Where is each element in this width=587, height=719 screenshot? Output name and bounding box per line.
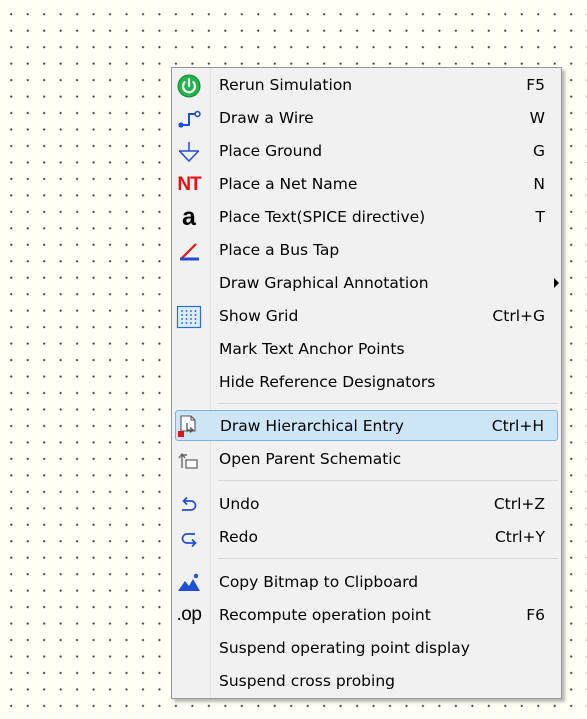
- menu-item-recompute-operation-point[interactable]: .op Recompute operation point F6: [172, 599, 561, 632]
- menu-item-label: Show Grid: [219, 307, 299, 325]
- menu-item-draw-hierarchical-entry[interactable]: Draw Hierarchical Entry Ctrl+H: [175, 410, 558, 441]
- menu-separator: [218, 558, 558, 559]
- op-icon: .op: [176, 604, 202, 625]
- menu-item-label: Place Text(SPICE directive): [219, 208, 426, 226]
- menu-item-place-ground[interactable]: Place Ground G: [172, 135, 561, 168]
- menu-item-shortcut: Ctrl+H: [491, 417, 544, 435]
- menu-item-label: Open Parent Schematic: [219, 450, 402, 468]
- menu-item-suspend-cross-probing[interactable]: Suspend cross probing: [172, 665, 561, 698]
- hierarchical-entry-icon: [177, 413, 203, 439]
- menu-item-label: Suspend operating point display: [219, 639, 470, 657]
- ground-icon: [176, 139, 202, 165]
- menu-item-undo[interactable]: Undo Ctrl+Z: [172, 488, 561, 521]
- menu-item-shortcut: W: [529, 109, 545, 127]
- bitmap-icon: [176, 570, 202, 596]
- menu-item-label: Place Ground: [219, 142, 323, 160]
- menu-item-rerun-simulation[interactable]: Rerun Simulation F5: [172, 69, 561, 102]
- menu-item-label: Draw Hierarchical Entry: [220, 417, 404, 435]
- menu-item-label: Copy Bitmap to Clipboard: [219, 573, 419, 591]
- menu-item-shortcut: T: [535, 208, 545, 226]
- menu-item-label: Draw Graphical Annotation: [219, 274, 429, 292]
- menu-item-mark-text-anchor-points[interactable]: Mark Text Anchor Points: [172, 333, 561, 366]
- net-name-icon: NT: [177, 174, 201, 195]
- menu-item-place-bus-tap[interactable]: Place a Bus Tap: [172, 234, 561, 267]
- redo-icon: [176, 525, 202, 551]
- menu-item-place-text[interactable]: a Place Text(SPICE directive) T: [172, 201, 561, 234]
- grid-icon: [176, 304, 202, 330]
- menu-item-open-parent-schematic[interactable]: Open Parent Schematic: [172, 443, 561, 476]
- menu-item-copy-bitmap[interactable]: Copy Bitmap to Clipboard: [172, 566, 561, 599]
- menu-item-shortcut: Ctrl+G: [492, 307, 545, 325]
- menu-item-shortcut: Ctrl+Y: [494, 528, 545, 546]
- menu-item-show-grid[interactable]: Show Grid Ctrl+G: [172, 300, 561, 333]
- menu-item-shortcut: G: [532, 142, 545, 160]
- menu-item-label: Recompute operation point: [219, 606, 431, 624]
- menu-item-label: Place a Net Name: [219, 175, 358, 193]
- menu-item-shortcut: N: [533, 175, 545, 193]
- menu-item-draw-graphical-annotation[interactable]: Draw Graphical Annotation: [172, 267, 561, 300]
- menu-item-shortcut: Ctrl+Z: [493, 495, 545, 513]
- menu-item-redo[interactable]: Redo Ctrl+Y: [172, 521, 561, 554]
- menu-item-label: Rerun Simulation: [219, 76, 353, 94]
- menu-item-draw-wire[interactable]: Draw a Wire W: [172, 102, 561, 135]
- menu-item-label: Mark Text Anchor Points: [219, 340, 405, 358]
- menu-item-shortcut: F5: [526, 76, 545, 94]
- menu-item-label: Redo: [219, 528, 258, 546]
- menu-item-hide-reference-designators[interactable]: Hide Reference Designators: [172, 366, 561, 399]
- wire-icon: [176, 106, 202, 132]
- menu-item-label: Place a Bus Tap: [219, 241, 340, 259]
- context-menu: Rerun Simulation F5 Draw a Wire W Place …: [171, 67, 562, 699]
- menu-item-shortcut: F6: [526, 606, 545, 624]
- menu-separator: [218, 480, 558, 481]
- menu-item-label: Draw a Wire: [219, 109, 314, 127]
- bus-tap-icon: [176, 238, 202, 264]
- text-icon: a: [182, 203, 196, 231]
- power-icon: [176, 73, 202, 99]
- parent-schematic-icon: [176, 447, 202, 473]
- menu-item-label: Hide Reference Designators: [219, 373, 436, 391]
- menu-item-place-net-name[interactable]: NT Place a Net Name N: [172, 168, 561, 201]
- menu-separator: [218, 403, 558, 404]
- undo-icon: [176, 492, 202, 518]
- menu-item-label: Suspend cross probing: [219, 672, 395, 690]
- menu-item-label: Undo: [219, 495, 260, 513]
- submenu-arrow-icon: [554, 278, 559, 288]
- menu-item-suspend-op-display[interactable]: Suspend operating point display: [172, 632, 561, 665]
